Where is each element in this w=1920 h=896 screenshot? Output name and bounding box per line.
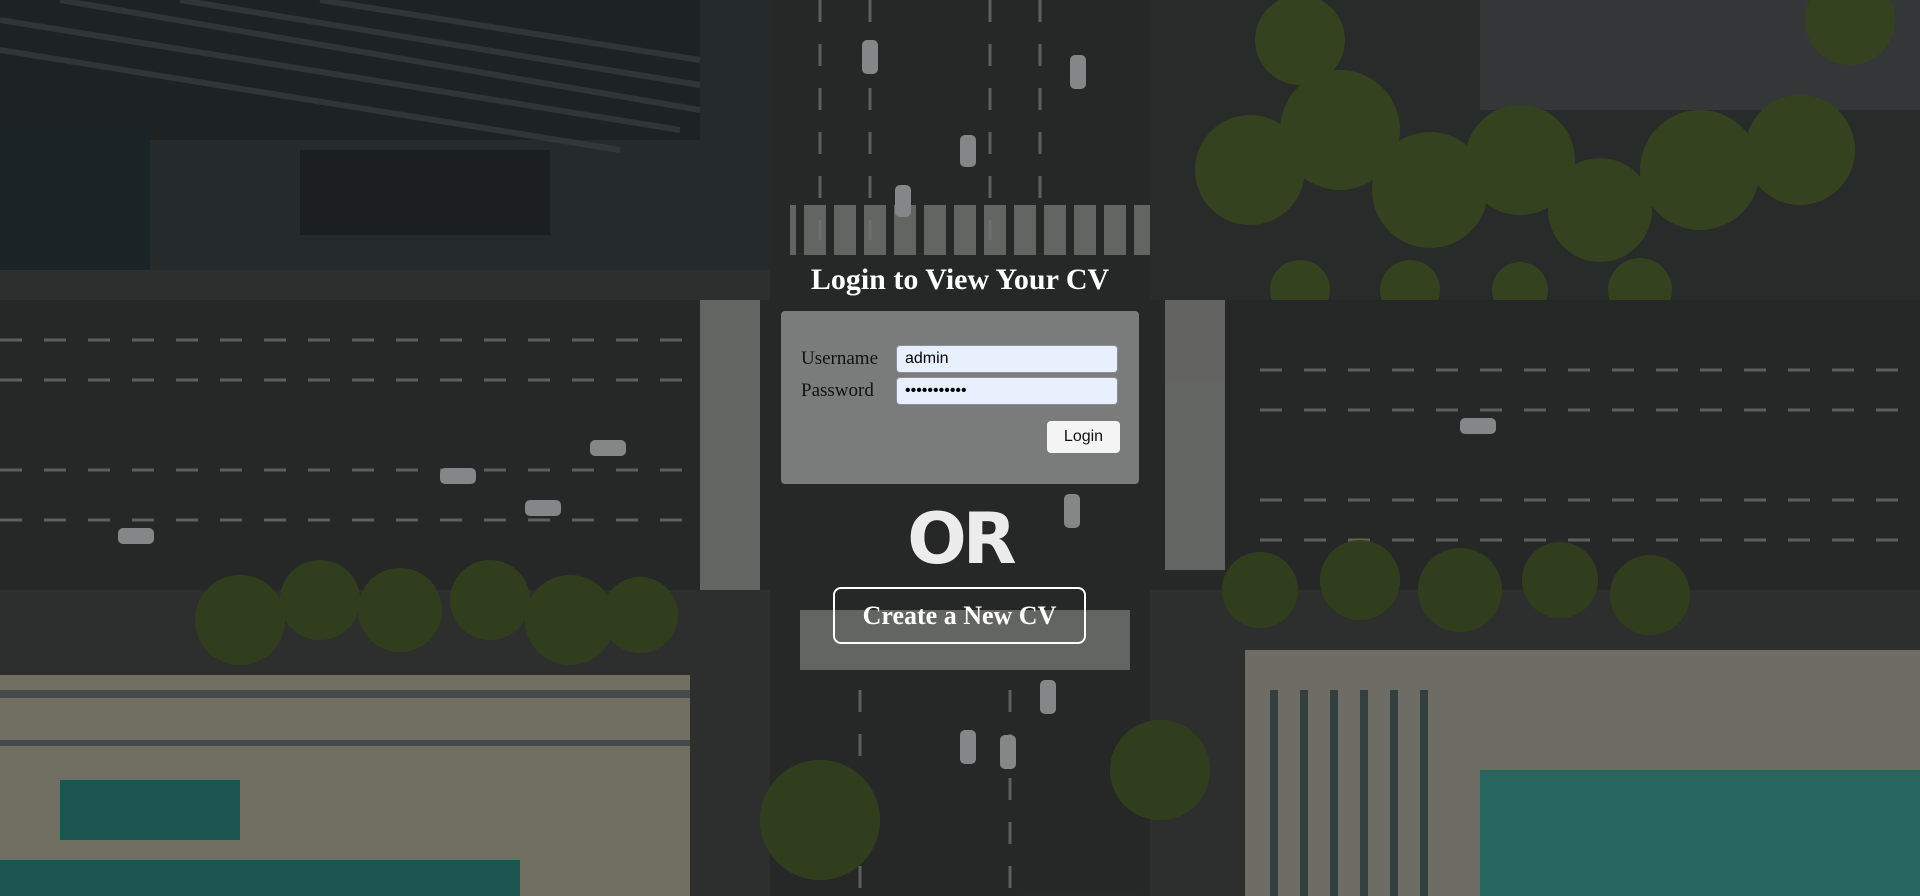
login-form: Username Password Login bbox=[781, 311, 1139, 484]
login-button[interactable]: Login bbox=[1047, 421, 1120, 453]
create-new-cv-button[interactable]: Create a New CV bbox=[833, 587, 1086, 644]
password-input[interactable] bbox=[896, 377, 1118, 405]
password-label: Password bbox=[801, 380, 874, 401]
username-label: Username bbox=[801, 348, 879, 369]
or-divider: OR bbox=[907, 498, 1016, 580]
username-input[interactable] bbox=[896, 345, 1118, 373]
login-title: Login to View Your CV bbox=[810, 263, 1110, 296]
